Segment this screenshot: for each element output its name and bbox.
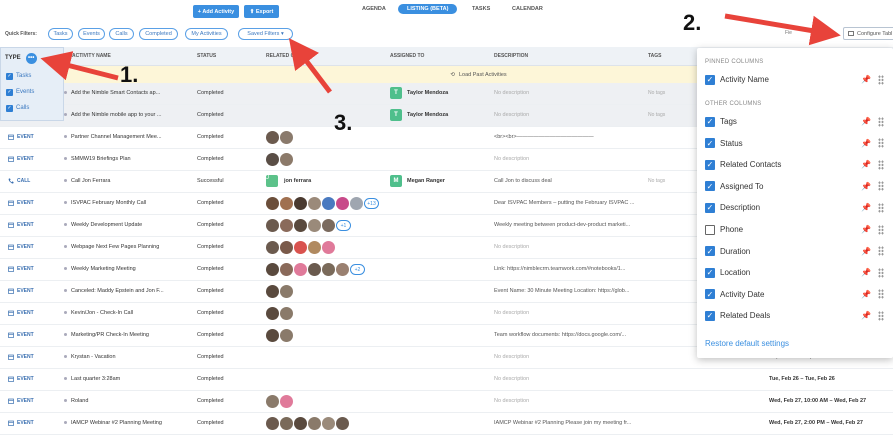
- annotation-2: 2.: [683, 10, 702, 35]
- annotation-3: 3.: [334, 110, 353, 135]
- arrow-3: [288, 38, 332, 94]
- arrow-2: [724, 13, 841, 46]
- arrow-1: [40, 51, 119, 81]
- annotation-1: 1.: [120, 62, 139, 87]
